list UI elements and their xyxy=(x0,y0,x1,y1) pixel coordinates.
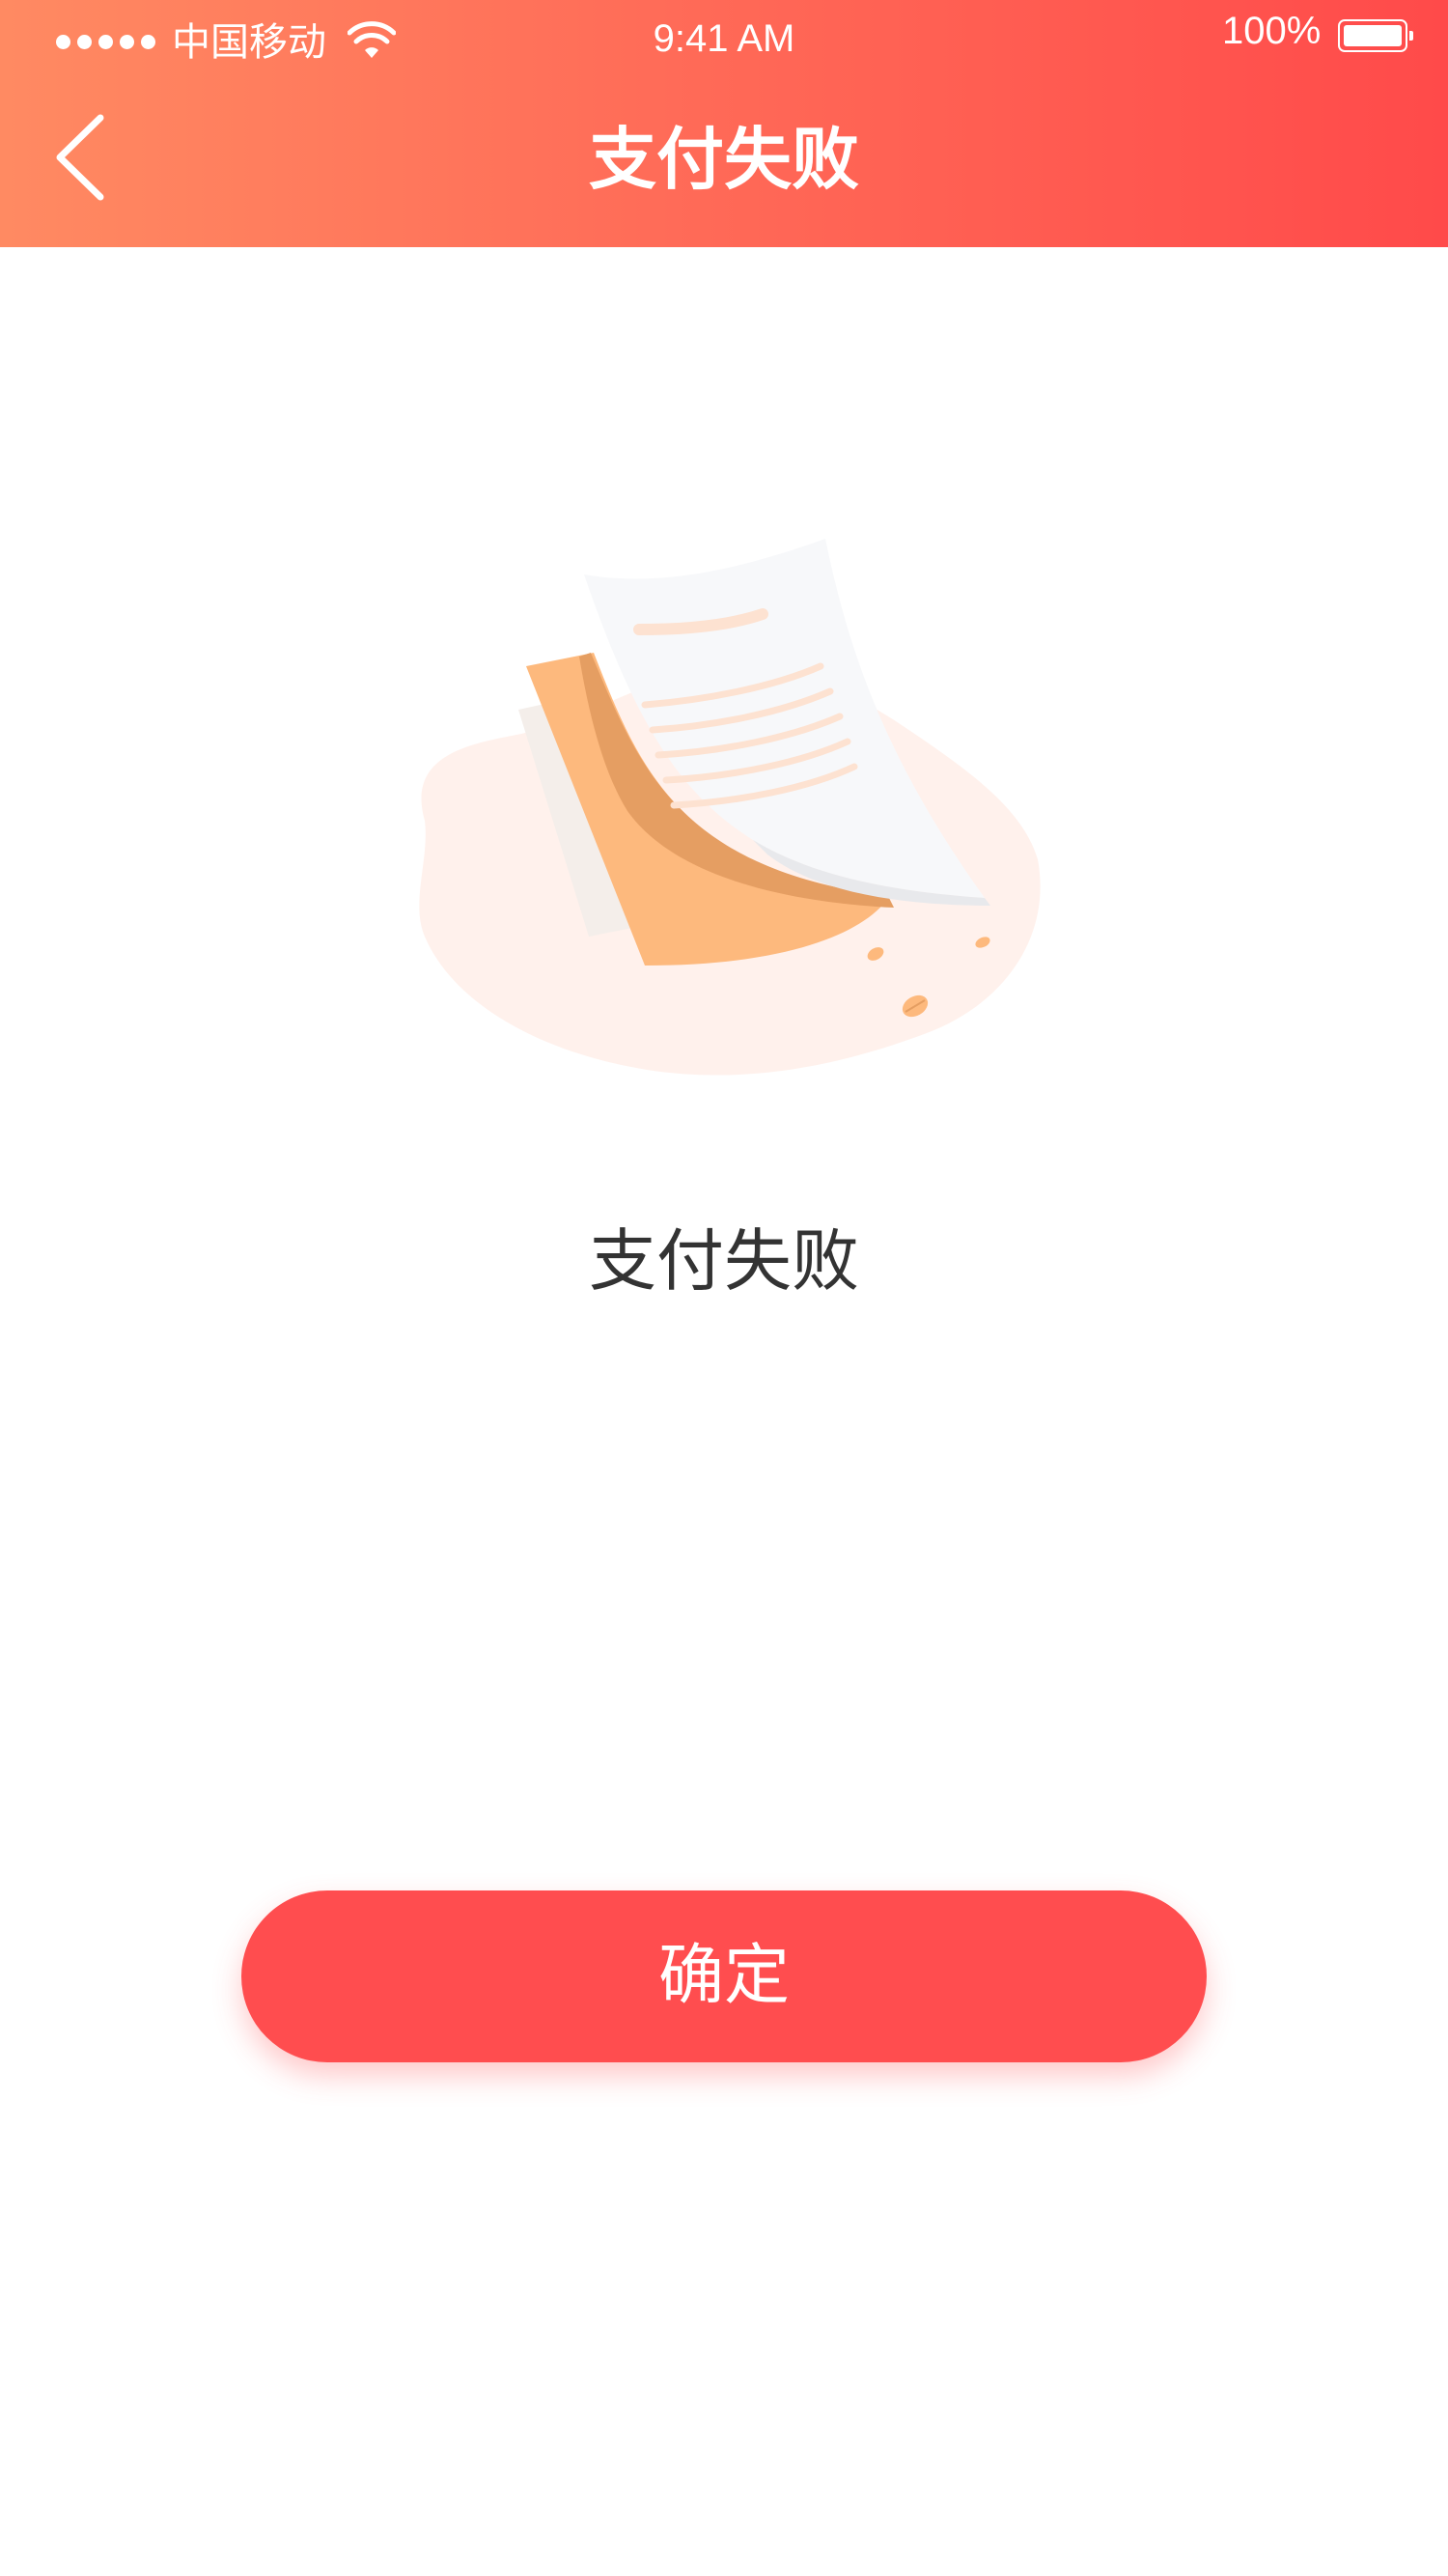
confirm-button[interactable]: 确定 xyxy=(241,1890,1207,2062)
battery-percentage: 100% xyxy=(1222,10,1322,52)
battery-level xyxy=(1344,25,1402,46)
navigation-bar: 支付失败 xyxy=(0,77,1448,247)
battery-icon xyxy=(1338,19,1413,52)
header: 中国移动 9:41 AM 100% 支付失败 xyxy=(0,0,1448,247)
page-title: 支付失败 xyxy=(589,120,859,199)
failed-receipt-illustration xyxy=(419,539,1041,1076)
status-bar: 中国移动 9:41 AM 100% xyxy=(0,0,1448,77)
payment-failed-screen: 中国移动 9:41 AM 100% 支付失败 支付失败 确定 xyxy=(0,0,1448,2576)
failure-message: 支付失败 xyxy=(589,1221,859,1301)
